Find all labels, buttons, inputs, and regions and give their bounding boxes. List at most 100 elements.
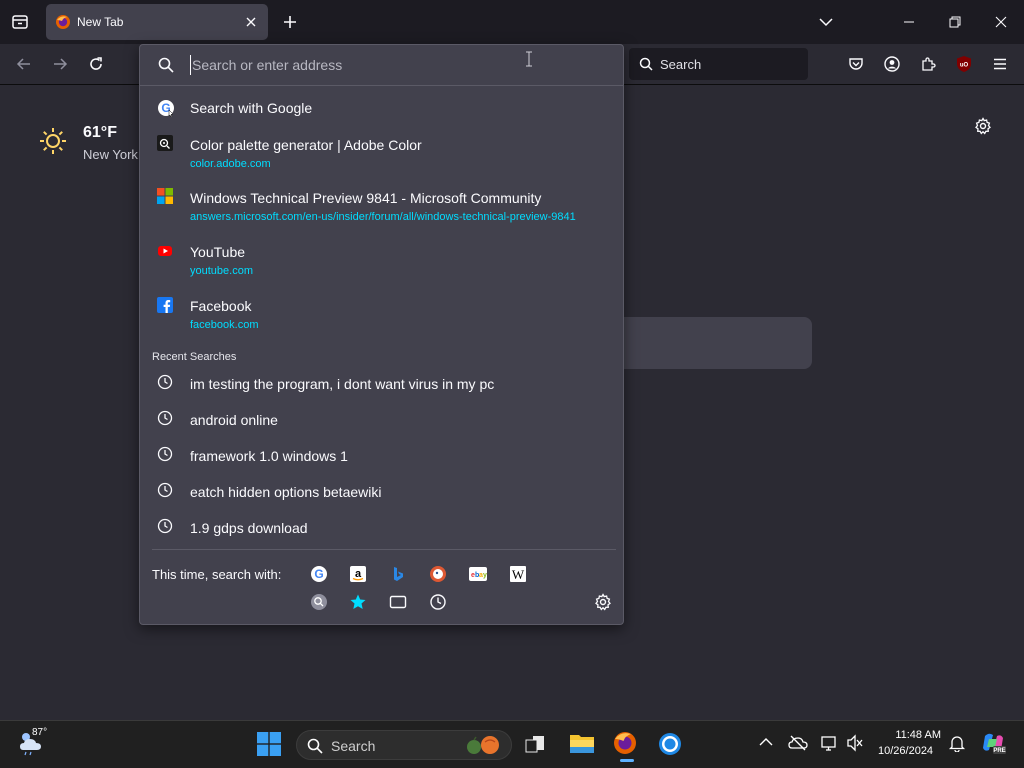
suggestion-url: youtube.com — [190, 265, 253, 277]
chevron-up-icon[interactable] — [759, 737, 773, 747]
youtube-icon — [157, 243, 175, 261]
pocket-icon[interactable] — [842, 50, 870, 78]
suggestion-search-google[interactable]: G Search with Google — [140, 91, 623, 125]
clock-date[interactable]: 10/26/2024 — [878, 745, 933, 757]
taskbar — [0, 720, 1024, 768]
google-engine-icon[interactable]: G — [310, 565, 328, 583]
search-bar-placeholder: Search — [660, 57, 702, 72]
search-with-label: This time, search with: — [152, 567, 282, 582]
weather-city: New York — [83, 147, 138, 162]
clock-time[interactable]: 11:48 AM — [887, 729, 941, 741]
history-clock-icon — [157, 410, 175, 428]
reload-icon[interactable] — [82, 50, 110, 78]
close-window-icon[interactable] — [987, 8, 1015, 36]
search-highlight-icon — [463, 734, 507, 756]
adobe-color-icon — [157, 135, 175, 153]
duckduckgo-engine-icon[interactable] — [429, 565, 447, 583]
tab-strip: New Tab — [0, 0, 1024, 44]
copilot-icon[interactable]: PRE — [980, 730, 1006, 756]
svg-text:PRE: PRE — [993, 748, 1005, 754]
recent-search-item[interactable]: android online — [140, 405, 623, 437]
tabs-icon[interactable] — [389, 593, 407, 611]
suggestion-url: facebook.com — [190, 319, 259, 331]
recent-searches-heading: Recent Searches — [152, 351, 237, 363]
extensions-icon[interactable] — [914, 50, 942, 78]
recent-search-item[interactable]: eatch hidden options betaewiki — [140, 477, 623, 509]
search-icon — [639, 57, 653, 71]
suggestion-microsoft-community[interactable]: Windows Technical Preview 9841 - Microso… — [140, 182, 623, 228]
microsoft-icon — [157, 188, 175, 206]
recent-search-item[interactable]: im testing the program, i dont want viru… — [140, 369, 623, 401]
search-bar[interactable]: Search — [629, 48, 808, 80]
urlbar-input-row — [140, 45, 623, 86]
bookmarks-icon[interactable] — [349, 593, 367, 611]
taskbar-search-placeholder: Search — [331, 738, 376, 754]
weather-temperature: 61°F — [83, 124, 117, 141]
history-clock-icon — [157, 374, 175, 392]
suggestion-title: Search with Google — [190, 100, 313, 116]
search-icon — [307, 738, 323, 754]
bing-engine-icon[interactable] — [389, 565, 407, 583]
suggestion-title: YouTube — [190, 244, 246, 260]
notification-bell-icon[interactable] — [948, 734, 966, 752]
svg-text:a: a — [355, 568, 362, 580]
footer-divider — [152, 549, 616, 550]
wikipedia-engine-icon[interactable]: W — [509, 565, 527, 583]
search-icon — [158, 57, 174, 73]
suggestion-facebook[interactable]: Facebook facebook.com — [140, 290, 623, 336]
recent-search-text: 1.9 gdps download — [190, 520, 308, 536]
urlbar-popup: G Search with Google Color palette gener… — [139, 44, 624, 625]
onedrive-offline-icon[interactable] — [788, 734, 808, 752]
menu-icon[interactable] — [986, 50, 1014, 78]
history-clock-icon — [157, 446, 175, 464]
suggestion-url: answers.microsoft.com/en-us/insider/foru… — [190, 211, 576, 223]
gear-icon[interactable] — [969, 112, 997, 140]
svg-text:G: G — [314, 567, 323, 581]
new-tab-button[interactable] — [276, 8, 304, 36]
svg-text:uO: uO — [960, 63, 969, 69]
close-tab-icon[interactable] — [244, 15, 258, 29]
ebay-engine-icon[interactable]: ebay — [469, 565, 487, 583]
forward-arrow-icon[interactable] — [46, 50, 74, 78]
svg-text:y: y — [483, 572, 487, 579]
minimize-window-icon[interactable] — [895, 8, 923, 36]
amazon-engine-icon[interactable]: a — [349, 565, 367, 583]
recent-search-item[interactable]: 1.9 gdps download — [140, 513, 623, 545]
search-mode-icon[interactable] — [310, 593, 328, 611]
taskbar-search-box[interactable]: Search — [296, 730, 512, 760]
suggestion-adobe-color[interactable]: Color palette generator | Adobe Color co… — [140, 129, 623, 175]
recent-search-item[interactable]: framework 1.0 windows 1 — [140, 441, 623, 473]
back-arrow-icon[interactable] — [10, 50, 38, 78]
svg-text:W: W — [512, 567, 525, 582]
volume-muted-icon[interactable] — [846, 734, 864, 752]
history-icon[interactable] — [429, 593, 447, 611]
task-view-icon[interactable] — [524, 734, 546, 754]
account-icon[interactable] — [878, 50, 906, 78]
recent-search-text: eatch hidden options betaewiki — [190, 484, 382, 500]
suggestion-youtube[interactable]: YouTube youtube.com — [140, 236, 623, 282]
text-cursor-icon — [525, 51, 533, 67]
network-icon[interactable] — [820, 734, 840, 752]
search-settings-gear-icon[interactable] — [594, 593, 612, 611]
history-clock-icon — [157, 518, 175, 536]
file-explorer-icon[interactable] — [569, 731, 595, 755]
tab-title: New Tab — [77, 15, 124, 29]
firefox-icon — [55, 14, 71, 30]
windows-start-icon[interactable] — [257, 732, 281, 756]
firefox-taskbar-icon[interactable] — [612, 730, 638, 756]
list-all-tabs-icon[interactable] — [6, 8, 34, 36]
newtab-search-box[interactable] — [600, 317, 812, 369]
facebook-icon — [157, 297, 175, 315]
recent-search-text: android online — [190, 412, 278, 428]
chrome-icon[interactable] — [657, 731, 683, 757]
suggestion-url: color.adobe.com — [190, 158, 271, 170]
active-app-indicator — [620, 759, 634, 762]
taskbar-weather-temp: 87° — [32, 727, 48, 738]
restore-window-icon[interactable] — [941, 8, 969, 36]
sun-icon — [38, 126, 68, 156]
ublock-origin-icon[interactable]: uO — [950, 50, 978, 78]
recent-search-text: im testing the program, i dont want viru… — [190, 376, 495, 392]
chevron-down-icon[interactable] — [812, 8, 840, 36]
tab-new-tab[interactable]: New Tab — [46, 4, 268, 40]
google-icon: G — [157, 99, 175, 117]
